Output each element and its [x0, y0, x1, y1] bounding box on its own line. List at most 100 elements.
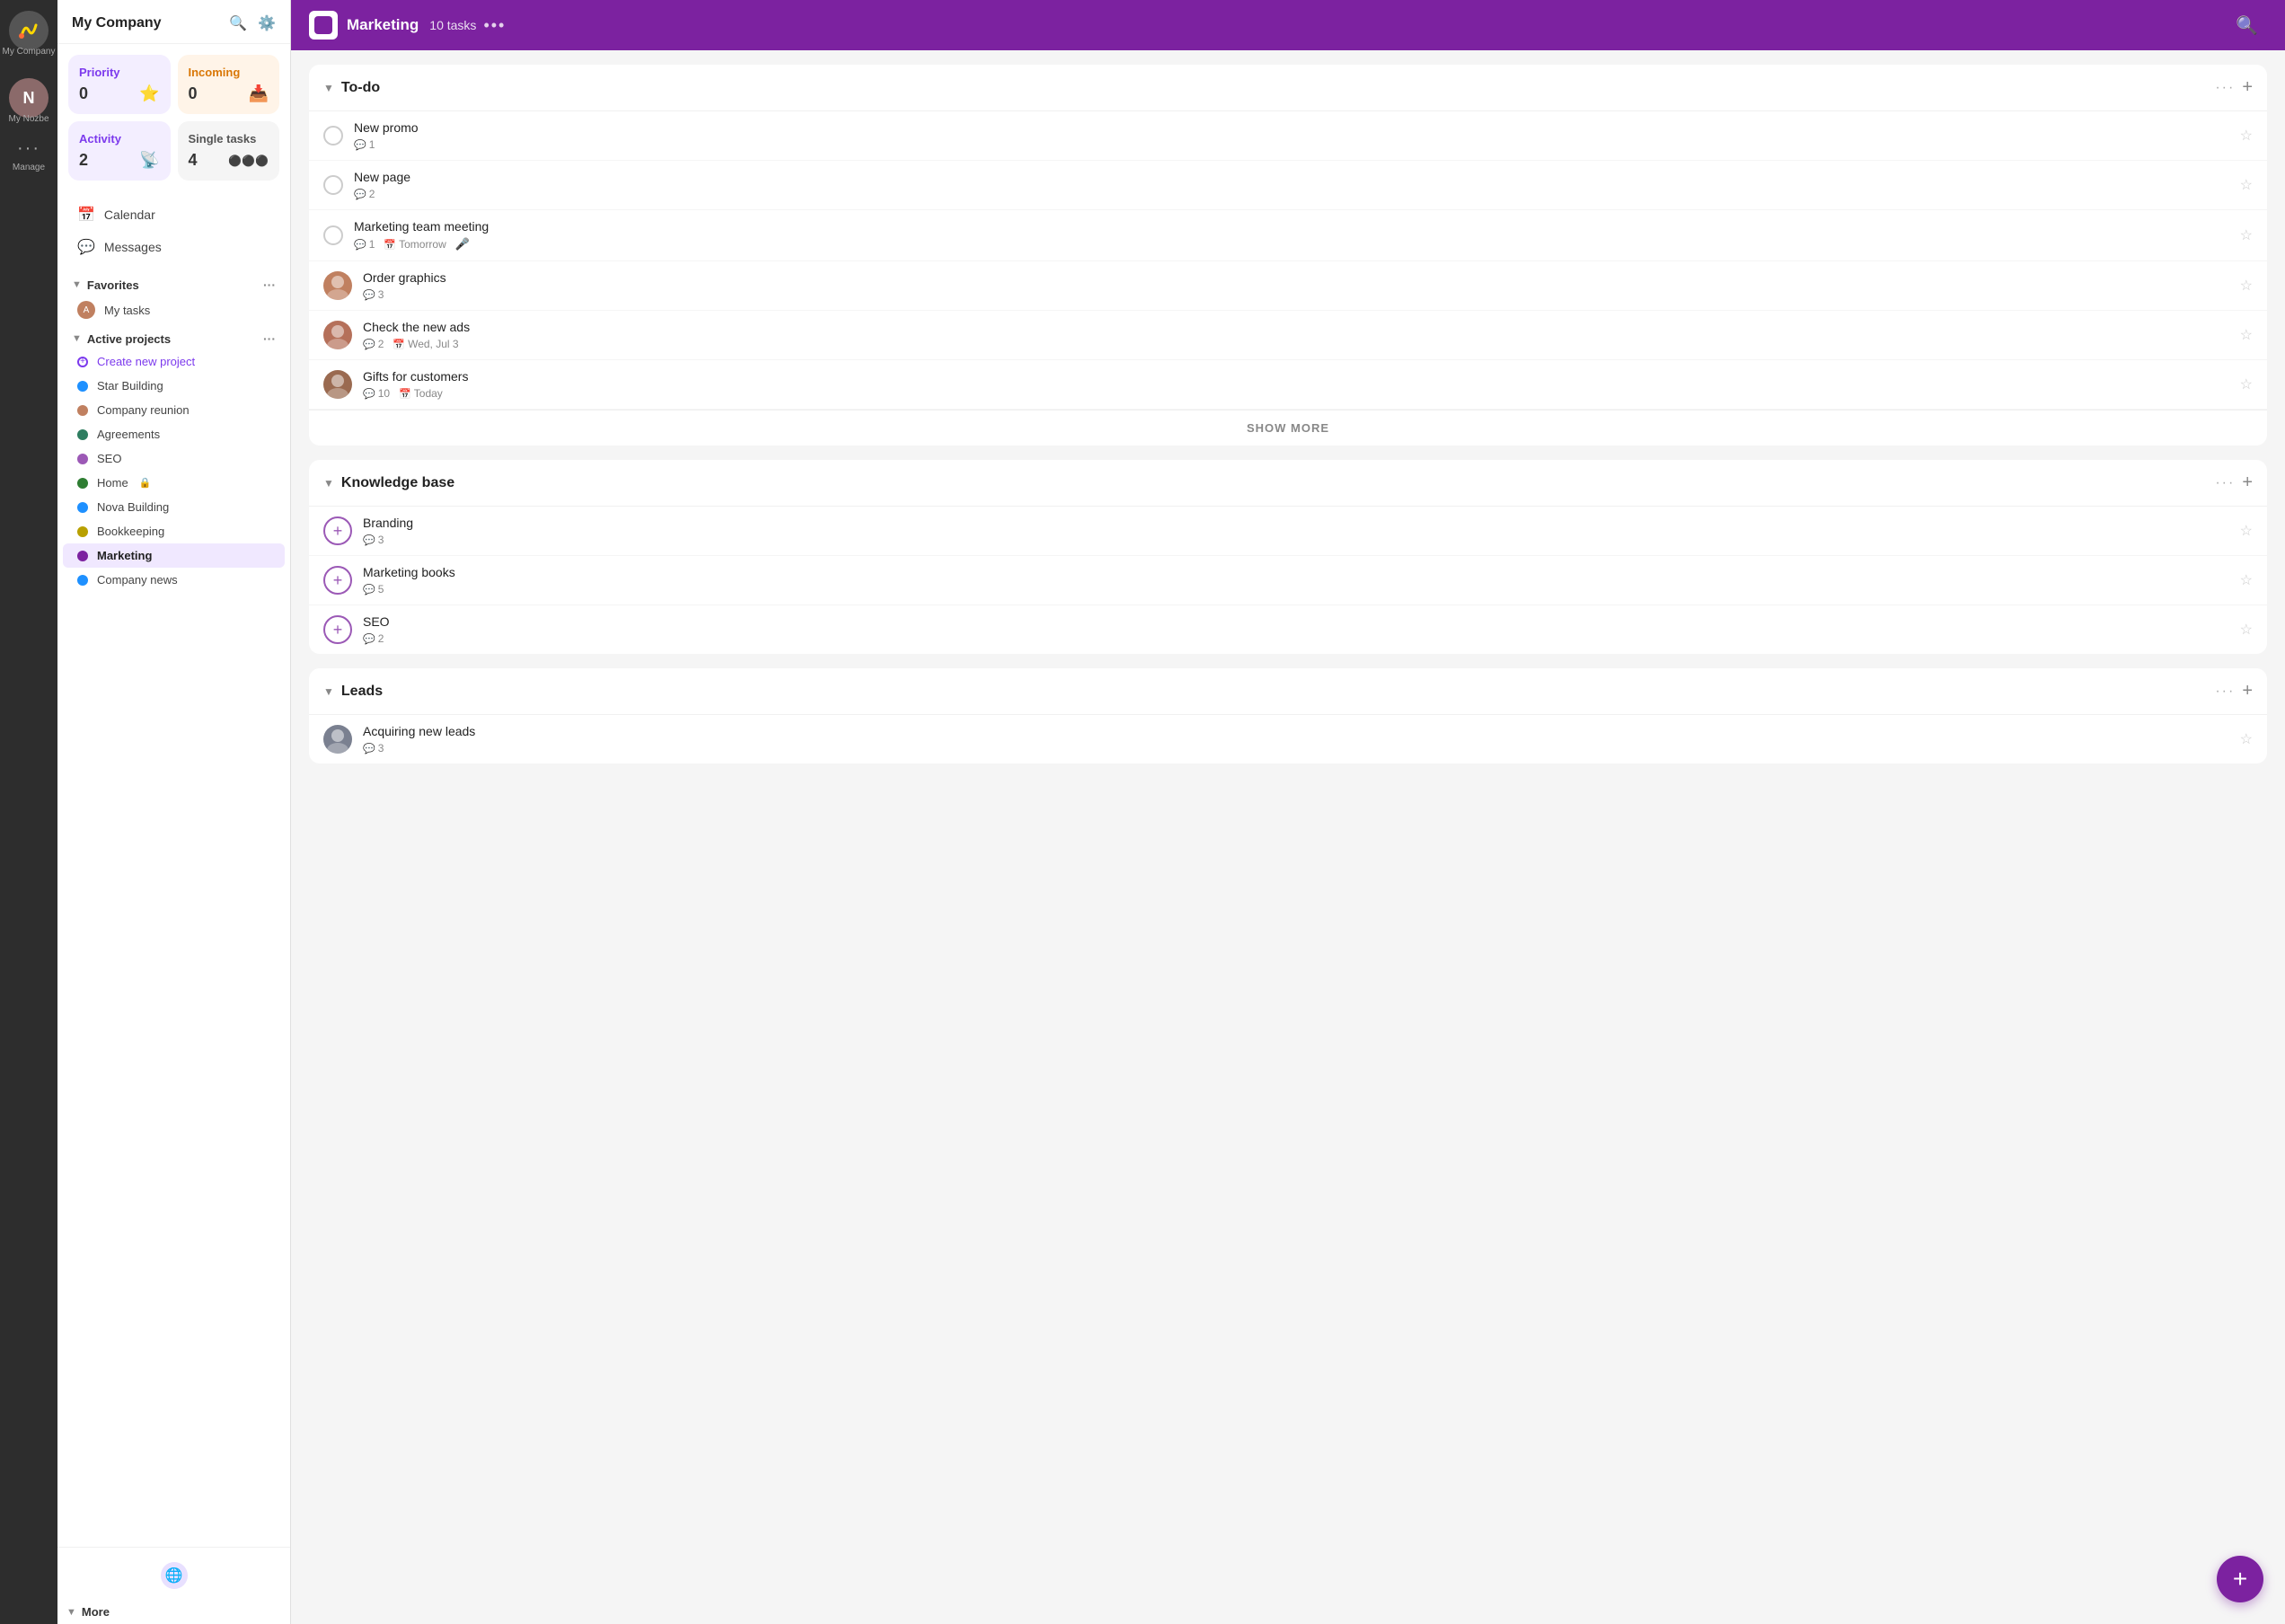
task-star-seo[interactable]: ☆ [2240, 621, 2253, 639]
my-tasks-avatar: A [77, 301, 95, 319]
favorites-more-button[interactable]: ··· [263, 278, 276, 292]
topbar-more-button[interactable]: ••• [483, 16, 506, 35]
section-title-leads: Leads [341, 684, 2215, 700]
sidebar-item-marketing[interactable]: Marketing [63, 543, 285, 568]
app-logo[interactable] [9, 11, 49, 50]
sidebar-item-company-news[interactable]: Company news [63, 568, 285, 592]
task-checkbox-marketing-team-meeting[interactable] [323, 225, 343, 245]
task-row-gifts-customers[interactable]: Gifts for customers 💬 10📅 Today ☆ [309, 360, 2267, 410]
sidebar-nav: 📅 Calendar 💬 Messages [57, 191, 290, 270]
task-comments-new-page: 💬 2 [354, 188, 375, 200]
section-collapse-leads[interactable]: ▼ [323, 685, 334, 698]
settings-icon[interactable]: ⚙️ [258, 14, 276, 32]
favorites-label: Favorites [87, 278, 139, 292]
task-info-branding: Branding 💬 3 [363, 516, 2229, 546]
section-title-todo: To-do [341, 80, 2215, 96]
task-checkbox-new-page[interactable] [323, 175, 343, 195]
comment-icon: 💬 [354, 189, 366, 200]
task-avatar-plus-seo[interactable]: + [323, 615, 352, 644]
project-dot-company-reunion [77, 405, 88, 416]
activity-card[interactable]: Activity 2 📡 [68, 121, 171, 181]
sidebar-item-home[interactable]: Home 🔒 [63, 471, 285, 495]
task-name-check-new-ads: Check the new ads [363, 320, 2229, 334]
task-info-acquiring-new-leads: Acquiring new leads 💬 3 [363, 724, 2229, 755]
more-section[interactable]: ▼ More [57, 1600, 290, 1624]
task-row-acquiring-new-leads[interactable]: Acquiring new leads 💬 3 ☆ [309, 715, 2267, 763]
task-star-acquiring-new-leads[interactable]: ☆ [2240, 730, 2253, 748]
project-dot-bookkeeping [77, 526, 88, 537]
section-more-todo[interactable]: ··· [2215, 80, 2235, 96]
settings-circle-button[interactable]: 🌐 [161, 1562, 188, 1589]
sidebar-item-company-reunion[interactable]: Company reunion [63, 398, 285, 422]
task-avatar-plus-marketing-books[interactable]: + [323, 566, 352, 595]
show-more-todo[interactable]: SHOW MORE [309, 410, 2267, 446]
task-row-new-promo[interactable]: New promo 💬 1 ☆ [309, 111, 2267, 161]
incoming-card[interactable]: Incoming 0 📥 [178, 55, 280, 114]
section-more-knowledge-base[interactable]: ··· [2215, 475, 2235, 491]
task-checkbox-new-promo[interactable] [323, 126, 343, 146]
task-star-gifts-customers[interactable]: ☆ [2240, 375, 2253, 393]
section-add-knowledge-base[interactable]: + [2242, 472, 2253, 493]
fab-add-button[interactable]: + [2217, 1556, 2263, 1602]
comment-icon: 💬 [363, 743, 375, 755]
sidebar-item-seo[interactable]: SEO [63, 446, 285, 471]
manage-label: Manage [13, 163, 45, 172]
task-comments-gifts-customers: 💬 10 [363, 387, 390, 400]
sidebar-item-star-building[interactable]: Star Building [63, 374, 285, 398]
task-star-new-promo[interactable]: ☆ [2240, 127, 2253, 145]
task-info-new-promo: New promo 💬 1 [354, 120, 2229, 151]
sidebar-item-my-tasks[interactable]: A My tasks [63, 296, 285, 324]
messages-icon: 💬 [77, 238, 95, 256]
task-row-seo[interactable]: + SEO 💬 2 ☆ [309, 605, 2267, 654]
task-row-new-page[interactable]: New page 💬 2 ☆ [309, 161, 2267, 210]
search-icon[interactable]: 🔍 [229, 14, 247, 32]
manage-button[interactable]: ··· Manage [13, 138, 45, 172]
more-label: More [82, 1605, 110, 1619]
projects-list: Star Building Company reunion Agreements… [57, 374, 290, 592]
single-tasks-card-count: 4 [189, 151, 198, 170]
task-star-order-graphics[interactable]: ☆ [2240, 277, 2253, 295]
sidebar-item-nova-building[interactable]: Nova Building [63, 495, 285, 519]
more-chevron[interactable]: ▼ [66, 1607, 76, 1618]
favorites-section-header: ▼ Favorites ··· [57, 270, 290, 296]
task-meta-check-new-ads: 💬 2📅 Wed, Jul 3 [363, 338, 2229, 350]
task-comments-acquiring-new-leads: 💬 3 [363, 742, 384, 755]
sidebar-item-messages[interactable]: 💬 Messages [63, 231, 285, 263]
task-row-marketing-books[interactable]: + Marketing books 💬 5 ☆ [309, 556, 2267, 605]
company-label: My Company [3, 47, 56, 57]
project-dot-star-building [77, 381, 88, 392]
topbar-search-button[interactable]: 🔍 [2236, 14, 2258, 37]
single-tasks-card[interactable]: Single tasks 4 ⚫⚫⚫ [178, 121, 280, 181]
task-star-marketing-team-meeting[interactable]: ☆ [2240, 226, 2253, 244]
active-projects-chevron[interactable]: ▼ [72, 333, 82, 344]
sidebar-item-calendar[interactable]: 📅 Calendar [63, 199, 285, 231]
task-name-order-graphics: Order graphics [363, 270, 2229, 285]
priority-card[interactable]: Priority 0 ⭐ [68, 55, 171, 114]
user-avatar[interactable]: N [9, 78, 49, 118]
task-row-check-new-ads[interactable]: Check the new ads 💬 2📅 Wed, Jul 3 ☆ [309, 311, 2267, 360]
task-row-order-graphics[interactable]: Order graphics 💬 3 ☆ [309, 261, 2267, 311]
task-comments-new-promo: 💬 1 [354, 138, 375, 151]
section-leads: ▼ Leads ··· + Acquiring new leads 💬 3 ☆ [309, 668, 2267, 763]
active-projects-more-button[interactable]: ··· [263, 331, 276, 346]
create-new-project-button[interactable]: + Create new project [63, 349, 285, 374]
single-tasks-dots-icon: ⚫⚫⚫ [228, 154, 269, 167]
task-star-check-new-ads[interactable]: ☆ [2240, 326, 2253, 344]
section-collapse-knowledge-base[interactable]: ▼ [323, 477, 334, 490]
task-star-marketing-books[interactable]: ☆ [2240, 571, 2253, 589]
section-add-todo[interactable]: + [2242, 77, 2253, 98]
favorites-chevron[interactable]: ▼ [72, 279, 82, 290]
task-row-branding[interactable]: + Branding 💬 3 ☆ [309, 507, 2267, 556]
section-add-leads[interactable]: + [2242, 681, 2253, 702]
task-row-marketing-team-meeting[interactable]: Marketing team meeting 💬 1📅 Tomorrow🎤 ☆ [309, 210, 2267, 261]
sidebar-item-agreements[interactable]: Agreements [63, 422, 285, 446]
sidebar-item-bookkeeping[interactable]: Bookkeeping [63, 519, 285, 543]
task-avatar-plus-branding[interactable]: + [323, 516, 352, 545]
task-meta-order-graphics: 💬 3 [363, 288, 2229, 301]
project-label-bookkeeping: Bookkeeping [97, 525, 164, 538]
task-star-branding[interactable]: ☆ [2240, 522, 2253, 540]
section-more-leads[interactable]: ··· [2215, 684, 2235, 700]
section-collapse-todo[interactable]: ▼ [323, 82, 334, 94]
task-date-marketing-team-meeting: 📅 Tomorrow [384, 238, 446, 251]
task-star-new-page[interactable]: ☆ [2240, 176, 2253, 194]
